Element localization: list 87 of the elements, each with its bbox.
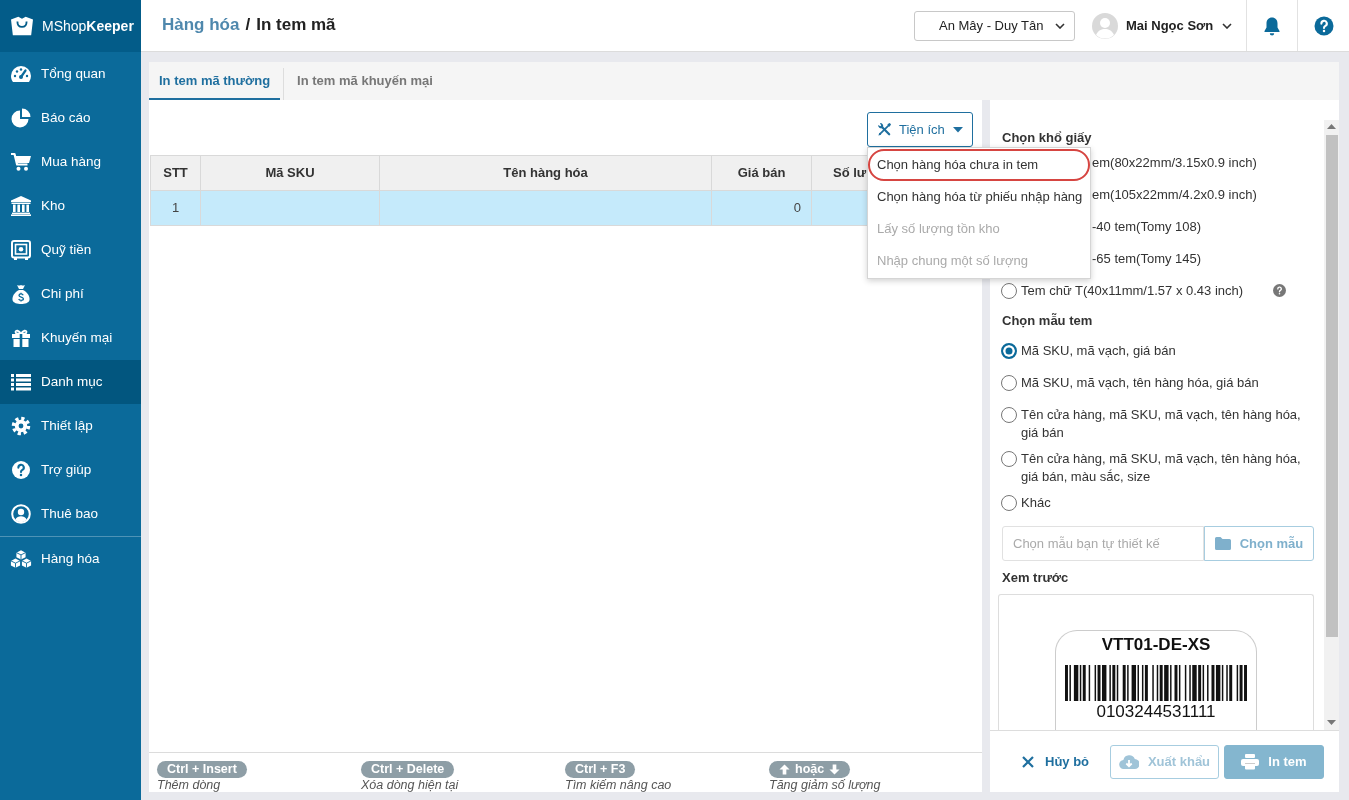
sidebar-item[interactable]: Mua hàng (0, 140, 141, 184)
money-bag-icon (10, 284, 32, 304)
option-label: -65 tem(Tomy 145) (1092, 250, 1202, 268)
barcode-number: 0103244531111 (1096, 702, 1216, 722)
column-header: STT (150, 155, 201, 191)
section-heading: Chọn mẫu tem (1002, 312, 1094, 330)
help-icon[interactable] (1313, 15, 1334, 36)
bell-icon[interactable] (1263, 15, 1281, 36)
option-label: Tem chữ T(40x11mm/1.57 x 0.43 inch) (1021, 282, 1244, 300)
settings-icon (11, 416, 31, 436)
help-icon[interactable] (1273, 284, 1287, 297)
shortcut-description: Thêm dòng (157, 778, 221, 792)
radio-button[interactable] (1001, 343, 1017, 359)
pie-chart-icon (11, 108, 31, 128)
gift-icon (11, 328, 31, 348)
scroll-down-icon[interactable] (1327, 720, 1336, 725)
shortcut-description: Tìm kiếm nâng cao (565, 778, 672, 792)
help-icon (11, 460, 31, 480)
section-heading: Chọn khổ giấy (1002, 129, 1093, 147)
option-label: -40 tem(Tomy 108) (1092, 218, 1202, 236)
sidebar-item[interactable]: Thuê bao (0, 492, 141, 536)
tools-icon (877, 122, 892, 137)
chevron-down-icon (1055, 22, 1065, 29)
radio-button[interactable] (1001, 451, 1017, 467)
cubes-icon (10, 549, 32, 569)
option-label: Khác (1021, 494, 1051, 512)
sidebar-item[interactable]: Khuyến mại (0, 316, 141, 360)
gauge-icon (10, 65, 32, 83)
avatar-icon (1092, 12, 1118, 39)
option-label: em(80x22mm/3.15x0.9 inch) (1092, 154, 1257, 172)
section-heading: Xem trước (1002, 569, 1070, 587)
sidebar-item[interactable]: Tổng quan (0, 52, 141, 96)
option-label: Mã SKU, mã vạch, tên hàng hóa, giá bán (1021, 374, 1259, 392)
option-label: Mã SKU, mã vạch, giá bán (1021, 342, 1176, 360)
sidebar-item[interactable]: Danh mục (0, 360, 141, 404)
column-header: Tên hàng hóa (379, 155, 712, 191)
cancel-button[interactable]: Hủy bỏ (1022, 751, 1090, 772)
tab[interactable]: In tem mã khuyến mại (287, 62, 443, 100)
table-cell: 1 (150, 190, 201, 226)
sidebar-item[interactable]: Quỹ tiền (0, 228, 141, 272)
user-icon (11, 504, 31, 524)
radio-button[interactable] (1001, 407, 1017, 423)
label-code: VTT01-DE-XS (1101, 635, 1211, 655)
sidebar-item[interactable]: Trợ giúp (0, 448, 141, 492)
column-header: Giá bán (711, 155, 812, 191)
page-title: In tem mã (256, 15, 336, 36)
shortcut-description: Tăng giảm số lượng (769, 778, 881, 792)
shortcut-key: Ctrl + Delete (361, 761, 455, 778)
list-icon (11, 373, 31, 391)
close-icon (1022, 755, 1034, 768)
table-cell: 0 (711, 190, 812, 226)
shortcut-key: Ctrl + F3 (565, 761, 636, 778)
radio-button[interactable] (1001, 495, 1017, 511)
arrow-up-icon (779, 764, 790, 775)
logo-text: MShopKeeper (42, 16, 134, 36)
option-label: Tên cửa hàng, mã SKU, mã vạch, tên hàng hóa, giá bán, màu sắc, size (1021, 450, 1301, 486)
store-dropdown[interactable]: An Mây - Duy Tân (914, 10, 1075, 41)
sidebar-item[interactable]: Báo cáo (0, 96, 141, 140)
arrow-down-icon (829, 764, 841, 775)
bank-icon (10, 196, 32, 216)
menu-item[interactable]: Chọn hàng hóa chưa in tem (868, 149, 1090, 181)
shortcut-description: Xóa dòng hiện tại (361, 778, 459, 792)
scrollbar-thumb[interactable] (1325, 135, 1338, 637)
scroll-up-icon[interactable] (1327, 124, 1336, 129)
cart-icon (10, 152, 32, 172)
option-label: Tên cửa hàng, mã SKU, mã vạch, tên hàng hóa, giá bán (1021, 406, 1301, 442)
shortcut-key: Ctrl + Insert (157, 761, 247, 778)
utilities-button[interactable]: Tiện ích (867, 112, 973, 147)
shopping-bag-icon (9, 15, 35, 37)
sidebar-item[interactable]: Thiết lập (0, 404, 141, 448)
folder-icon (1214, 537, 1231, 550)
sidebar-item[interactable]: Chi phí (0, 272, 141, 316)
cloud-download-icon (1118, 754, 1139, 769)
printer-icon (1241, 753, 1260, 770)
radio-button[interactable] (1001, 283, 1017, 299)
chevron-down-icon (1222, 22, 1232, 29)
shortcut-key: hoặc (769, 761, 851, 778)
sidebar-item[interactable]: Hàng hóa (0, 537, 141, 581)
breadcrumb-separator: / (245, 15, 251, 36)
caret-down-icon (953, 126, 963, 133)
column-header: Mã SKU (200, 155, 380, 191)
sidebar-item[interactable]: Kho (0, 184, 141, 228)
user-menu[interactable]: Mai Ngọc Sơn (1092, 12, 1232, 39)
option-label: em(105x22mm/4.2x0.9 inch) (1092, 186, 1257, 204)
safe-icon (11, 240, 31, 260)
breadcrumb-link[interactable]: Hàng hóa (162, 15, 240, 36)
radio-button[interactable] (1001, 375, 1017, 391)
